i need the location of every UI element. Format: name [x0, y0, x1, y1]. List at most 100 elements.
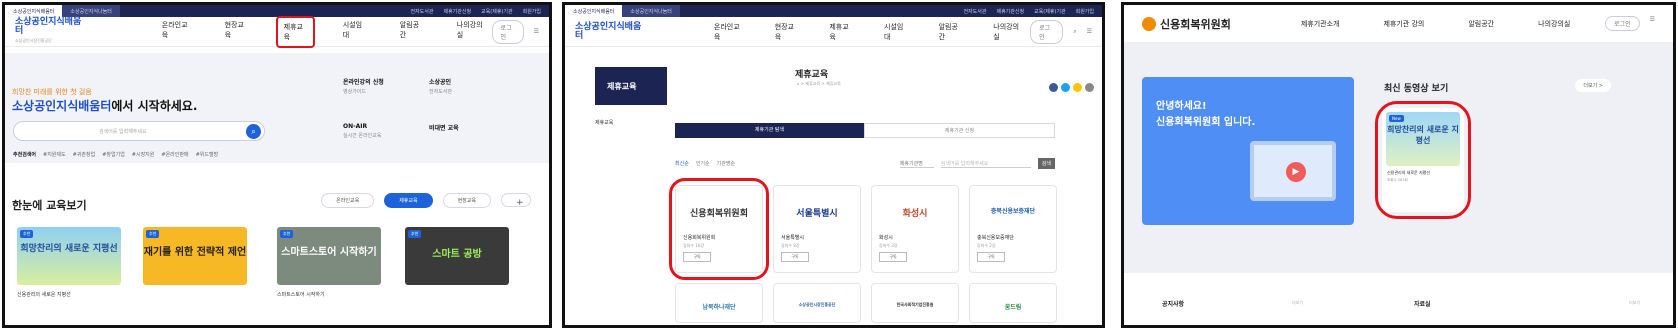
notice-title: 공지사항: [1162, 301, 1185, 308]
partner-logo[interactable]: 신용회복위원회: [1142, 16, 1231, 32]
partner-nav: 신용회복위원회 제휴기관소개 제휴기관 강의 알림공간 나의강의실 로그인 ☰: [1124, 5, 1673, 43]
partner-card[interactable]: 화성시 화성시 강좌수 3강 구독: [871, 185, 959, 273]
quick-online-guide[interactable]: 온라인강의 신청 영상가이드: [343, 77, 415, 95]
search-input[interactable]: 검색어를 입력해주세요 ⌕: [13, 121, 265, 141]
partner-logo: 충북신용보증재단: [990, 208, 1036, 215]
tab-learning[interactable]: 소상공인지식배움터: [565, 5, 623, 17]
menu-intro[interactable]: 제휴기관소개: [1301, 19, 1340, 29]
menu-offline[interactable]: 현장교육: [769, 18, 806, 46]
search-select[interactable]: 제휴기관명: [899, 160, 934, 168]
course-card[interactable]: 추천 재기를 위한 전략적 제언: [143, 227, 247, 325]
notice-more[interactable]: 더보기: [1292, 300, 1303, 306]
tab-sharing[interactable]: 소상공인지식나눔터: [62, 5, 120, 17]
menu-online[interactable]: 온라인교육: [156, 16, 197, 48]
quick-untact[interactable]: 비대면 교육: [429, 123, 501, 132]
filter-group: 온라인교육 제휴교육 현장교육 +: [321, 193, 531, 208]
facebook-icon[interactable]: [1049, 83, 1058, 92]
course-thumbnail: 추천 스마트스토어 시작하기: [277, 227, 381, 285]
menu-myclass[interactable]: 나의강의실: [1538, 19, 1570, 29]
filter-partner[interactable]: 제휴교육: [384, 193, 433, 208]
login-button[interactable]: 로그인: [491, 19, 524, 44]
partner-logo: 화성시: [902, 209, 928, 219]
partner-card[interactable]: 소상공인시장진흥공단: [773, 283, 861, 323]
link-signup[interactable]: 회원가입: [1076, 8, 1094, 15]
menu-myclass[interactable]: 나의강의실: [987, 18, 1030, 46]
link-partners[interactable]: 교육(제휴)기관: [1034, 8, 1066, 15]
keyword[interactable]: #창업기업: [102, 151, 125, 158]
hero-tagline: 희망찬 미래를 위한 첫 걸음: [12, 88, 92, 96]
site-logo[interactable]: 소상공인지식배움터: [575, 22, 648, 41]
hamburger-icon[interactable]: ☰: [534, 28, 539, 35]
keyword[interactable]: #시장지원: [132, 151, 155, 158]
keyword[interactable]: #위드텔방: [196, 151, 219, 158]
search-icon[interactable]: ⌕: [246, 124, 261, 139]
login-button[interactable]: 로그인: [1605, 16, 1640, 31]
side-title: 제휴교육: [595, 67, 667, 105]
menu-myclass[interactable]: 나의강의실: [451, 16, 492, 48]
link-ebook[interactable]: 전자도서관: [410, 8, 433, 15]
kakao-icon[interactable]: [1073, 83, 1082, 92]
quick-onair[interactable]: ON-AIR 실시간 온라인교육: [343, 123, 415, 139]
red-highlight-circle: [669, 178, 769, 280]
sort-popular[interactable]: 인기순: [696, 160, 710, 167]
resources-more[interactable]: 더보기: [1629, 300, 1640, 306]
side-item-partner[interactable]: 제휴교육: [595, 119, 613, 126]
sort-latest[interactable]: 최신순: [675, 160, 689, 167]
partner-card[interactable]: 꿈드림: [969, 283, 1057, 323]
menu-partner[interactable]: 제휴교육: [823, 18, 860, 46]
filter-online[interactable]: 온라인교육: [321, 193, 375, 208]
hamburger-icon[interactable]: ☰: [1650, 16, 1655, 31]
menu-online[interactable]: 온라인교육: [708, 18, 751, 46]
course-thumbnail: 추천 재기를 위한 전략적 제언: [143, 227, 247, 285]
twitter-icon[interactable]: [1061, 83, 1070, 92]
tab-sharing[interactable]: 소상공인지식나눔터: [622, 5, 680, 17]
link-icon[interactable]: [1085, 83, 1094, 92]
keyword[interactable]: #온라인판매: [161, 151, 188, 158]
course-card[interactable]: 추천 희망찬리의 새로운 지평선 신용관리의 새로운 지평선: [17, 227, 121, 325]
tab-partner-search[interactable]: 제휴기관 탐색: [675, 123, 864, 138]
plus-icon[interactable]: +: [501, 193, 531, 208]
partner-card[interactable]: 서울특별시 서울특별시 강좌수 8강 구독: [773, 185, 861, 273]
course-card[interactable]: 추천 스마트스토어 시작하기 스마트스토어 시작하기: [277, 227, 381, 325]
partner-card[interactable]: 한국사회적기업진흥원: [871, 283, 959, 323]
menu-notice[interactable]: 알림공간: [933, 18, 970, 46]
quick-ebook[interactable]: 소상공인 전자도서관: [429, 77, 501, 95]
subscribe-button[interactable]: 구독: [977, 252, 1005, 262]
main-nav: 소상공인지식배움터 온라인교육 현장교육 제휴교육 시설임대 알림공간 나의강의…: [565, 17, 1102, 47]
site-logo[interactable]: 소상공인지식배움터 소상공인시장진흥공단: [15, 18, 86, 45]
link-partner-apply[interactable]: 제휴기관신청: [996, 8, 1024, 15]
search-input[interactable]: 검색어를 입력해주세요: [940, 160, 1031, 168]
menu-offline[interactable]: 현장교육: [219, 16, 254, 48]
link-ebook[interactable]: 전자도서관: [963, 8, 986, 15]
partner-card[interactable]: 충북신용보증재단 충북신용보증재단 강좌수 2강 구독: [969, 185, 1057, 273]
menu-partner-highlighted[interactable]: 제휴교육: [275, 15, 315, 48]
menu-facility[interactable]: 시설임대: [337, 16, 372, 48]
hamburger-icon[interactable]: ☰: [1087, 28, 1092, 35]
menu-notice[interactable]: 알림공간: [394, 16, 429, 48]
tab-partner-apply[interactable]: 제휴기관 신청: [864, 123, 1055, 138]
link-partner-apply[interactable]: 제휴기관신청: [443, 8, 471, 15]
search-icon[interactable]: ⌕: [1073, 28, 1076, 36]
sort-name[interactable]: 기관명순: [717, 160, 735, 167]
course-card[interactable]: 추천 스마트 공방: [405, 227, 509, 325]
welcome-banner: 안녕하세요! 신용회복위원회 입니다. ▶: [1142, 77, 1354, 225]
hero-heading: 소상공인지식배움터에서 시작하세요.: [12, 99, 198, 113]
search-button[interactable]: 검색: [1037, 158, 1055, 169]
sort-and-search: 최신순 인기순 기관명순 제휴기관명 검색어를 입력해주세요 검색: [675, 158, 1055, 169]
menu-notice[interactable]: 알림공간: [1468, 19, 1494, 29]
link-partners[interactable]: 교육(제휴)기관: [481, 8, 513, 15]
more-button[interactable]: 더보기 >: [1575, 79, 1611, 92]
subscribe-button[interactable]: 구독: [781, 252, 809, 262]
keyword[interactable]: #지원제도: [43, 151, 66, 158]
menu-lectures[interactable]: 제휴기관 강의: [1383, 19, 1424, 29]
quick-links: 온라인강의 신청 영상가이드 소상공인 전자도서관 ON-AIR 실시간 온라인교육 …: [335, 73, 549, 163]
course-thumbnail: 추천 희망찬리의 새로운 지평선: [17, 227, 121, 285]
menu-facility[interactable]: 시설임대: [878, 18, 915, 46]
login-button[interactable]: 로그인: [1030, 19, 1064, 44]
filter-offline[interactable]: 현장교육: [442, 193, 491, 208]
keyword[interactable]: #귀촌창업: [73, 151, 96, 158]
tab-learning[interactable]: 소상공인지식배움터: [5, 5, 63, 17]
link-signup[interactable]: 회원가입: [523, 8, 541, 15]
partner-card[interactable]: 남북하나재단: [675, 283, 763, 323]
subscribe-button[interactable]: 구독: [879, 252, 907, 262]
